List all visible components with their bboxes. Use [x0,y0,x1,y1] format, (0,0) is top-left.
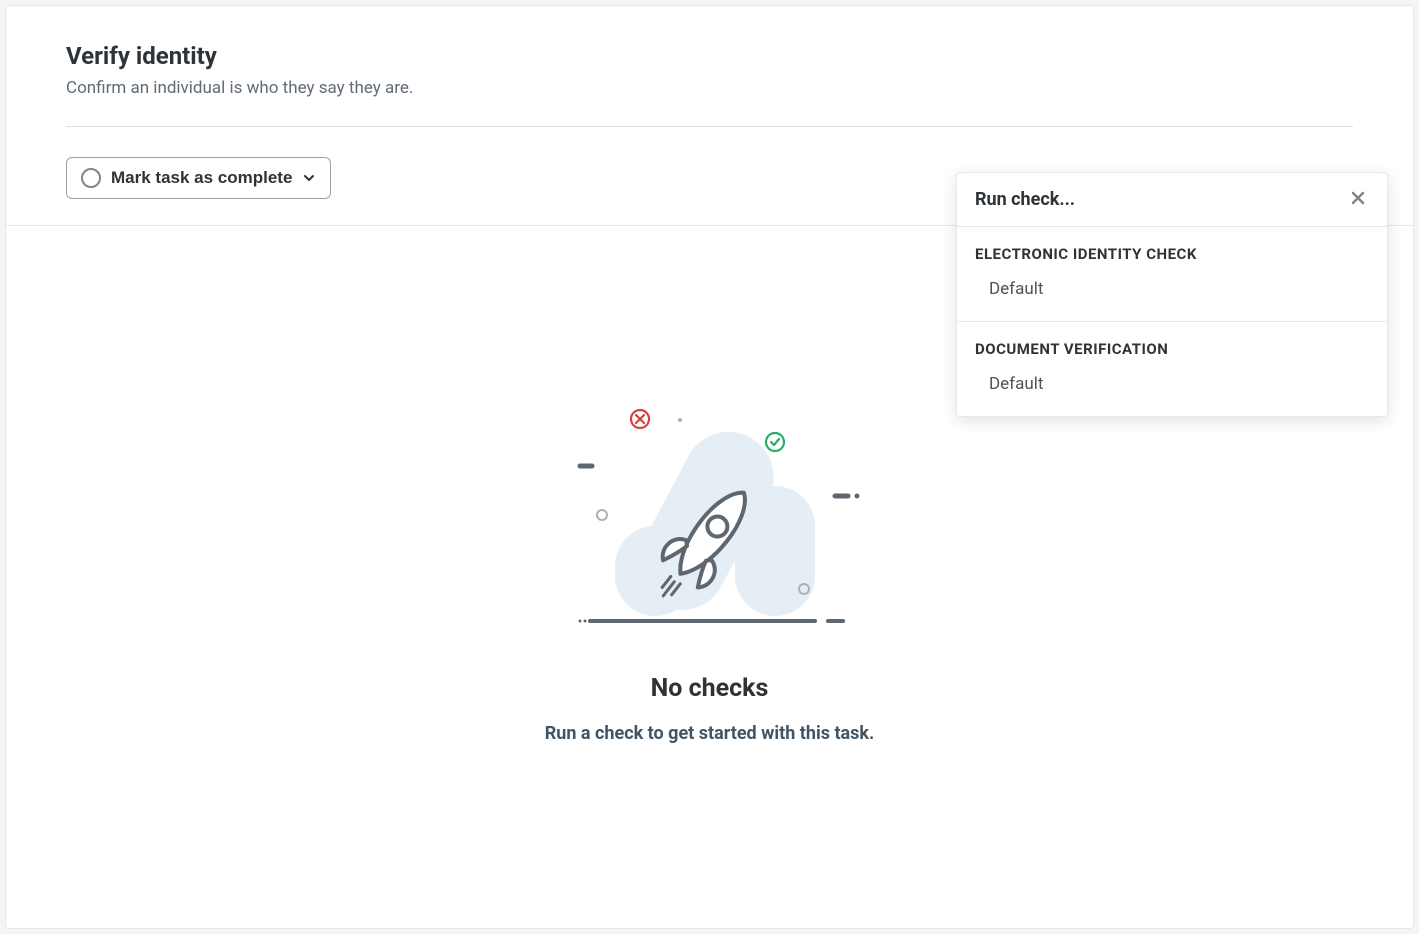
page-container: Verify identity Confirm an individual is… [5,5,1414,929]
chevron-down-icon [302,171,316,185]
empty-state-subtitle: Run a check to get started with this tas… [545,723,875,744]
rocket-illustration [560,406,860,636]
popover-section-eid: ELECTRONIC IDENTITY CHECK Default [957,227,1387,322]
option-docver-default[interactable]: Default [957,364,1387,416]
mark-complete-label: Mark task as complete [111,168,292,188]
section-label-docver: DOCUMENT VERIFICATION [957,322,1387,364]
mark-task-complete-button[interactable]: Mark task as complete [66,157,331,199]
popover-header: Run check... [957,173,1387,227]
close-icon [1349,189,1367,210]
header-section: Verify identity Confirm an individual is… [6,6,1413,98]
page-subtitle: Confirm an individual is who they say th… [66,78,1353,98]
page-title: Verify identity [66,42,1353,70]
close-button[interactable] [1347,187,1369,212]
radio-unchecked-icon [81,168,101,188]
empty-state-title: No checks [651,674,769,703]
popover-title: Run check... [975,189,1075,210]
run-check-popover: Run check... ELECTRONIC IDENTITY CHECK D… [956,172,1388,417]
section-label-eid: ELECTRONIC IDENTITY CHECK [957,227,1387,269]
option-eid-default[interactable]: Default [957,269,1387,321]
popover-section-docver: DOCUMENT VERIFICATION Default [957,322,1387,416]
